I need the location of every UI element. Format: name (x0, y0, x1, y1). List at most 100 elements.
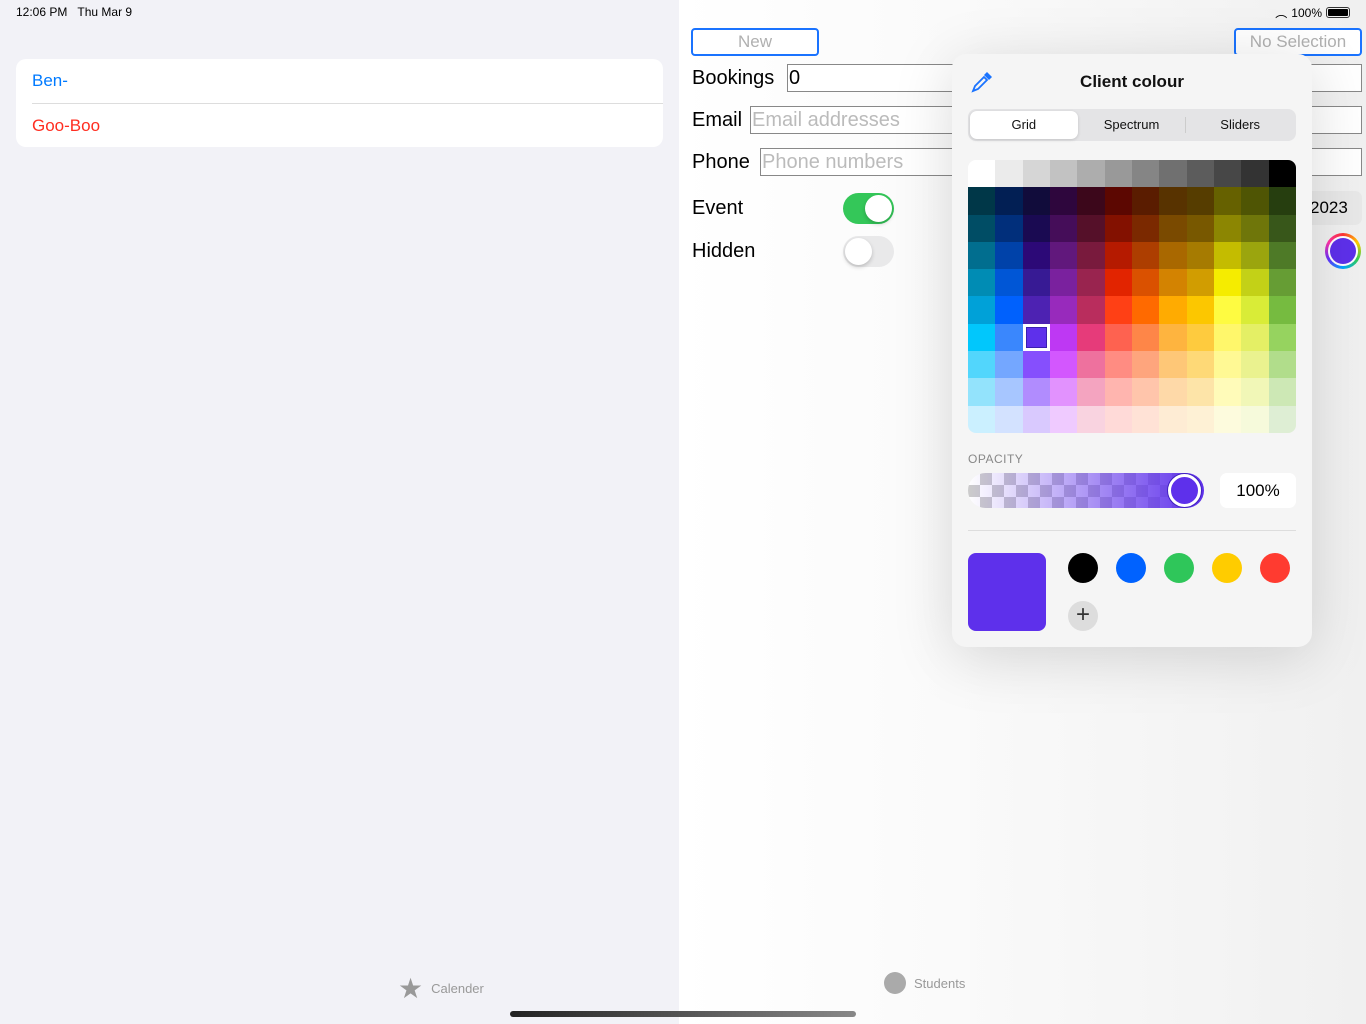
color-grid-cell[interactable] (1159, 241, 1187, 270)
color-grid-cell[interactable] (1104, 269, 1132, 297)
color-grid-cell[interactable] (1050, 241, 1078, 270)
color-grid-cell[interactable] (1186, 241, 1214, 270)
color-grid-cell[interactable] (1241, 351, 1269, 379)
color-grid-cell[interactable] (1214, 323, 1242, 352)
color-grid-cell[interactable] (995, 187, 1023, 215)
saved-color-swatch[interactable] (1116, 553, 1146, 583)
color-grid-cell[interactable] (1022, 296, 1050, 324)
color-grid-cell[interactable] (1268, 296, 1296, 324)
color-grid-cell[interactable] (1077, 214, 1105, 242)
color-grid-cell[interactable] (1104, 187, 1132, 215)
color-grid-cell[interactable] (1186, 323, 1214, 352)
color-grid-cell[interactable] (1104, 351, 1132, 379)
color-grid-cell[interactable] (1186, 187, 1214, 215)
color-grid-cell[interactable] (1077, 405, 1105, 433)
color-grid-cell[interactable] (1022, 214, 1050, 242)
color-grid-cell[interactable] (1268, 323, 1296, 352)
color-grid-cell[interactable] (995, 405, 1023, 433)
color-grid-cell[interactable] (1159, 160, 1187, 188)
color-grid-cell[interactable] (1268, 378, 1296, 406)
color-grid-cell[interactable] (995, 269, 1023, 297)
color-grid-cell[interactable] (1186, 351, 1214, 379)
no-selection-button[interactable]: No Selection (1234, 28, 1362, 56)
color-grid-cell[interactable] (1268, 160, 1296, 188)
color-grid-cell[interactable] (1050, 269, 1078, 297)
color-grid-cell[interactable] (1159, 187, 1187, 215)
saved-color-swatch[interactable] (1068, 553, 1098, 583)
color-grid-cell[interactable] (995, 241, 1023, 270)
color-grid-cell[interactable] (1241, 160, 1269, 188)
opacity-value-field[interactable]: 100% (1220, 473, 1296, 508)
color-grid-cell[interactable] (995, 160, 1023, 188)
color-grid-cell[interactable] (995, 296, 1023, 324)
event-toggle[interactable] (843, 193, 894, 224)
hidden-toggle[interactable] (843, 236, 894, 267)
color-grid-cell[interactable] (995, 378, 1023, 406)
color-grid-cell[interactable] (1022, 378, 1050, 406)
color-grid-cell[interactable] (1159, 351, 1187, 379)
color-grid-cell[interactable] (1159, 405, 1187, 433)
color-grid-cell[interactable] (1104, 214, 1132, 242)
color-grid-cell[interactable] (1186, 405, 1214, 433)
color-grid-cell[interactable] (1268, 405, 1296, 433)
color-grid-cell[interactable] (1214, 296, 1242, 324)
color-grid-cell[interactable] (1268, 351, 1296, 379)
saved-color-swatch[interactable] (1212, 553, 1242, 583)
color-grid-cell[interactable] (968, 351, 996, 379)
color-grid-cell[interactable] (1241, 214, 1269, 242)
color-grid-cell[interactable] (1050, 187, 1078, 215)
color-grid-cell[interactable] (1241, 187, 1269, 215)
tab-grid[interactable]: Grid (970, 111, 1078, 139)
color-grid-cell[interactable] (1022, 160, 1050, 188)
color-grid-cell[interactable] (1241, 241, 1269, 270)
color-grid-cell[interactable] (1268, 214, 1296, 242)
tab-sliders[interactable]: Sliders (1186, 111, 1294, 139)
new-button[interactable]: New (691, 28, 819, 56)
tab-students[interactable]: Students (884, 972, 965, 994)
color-grid-cell[interactable] (1132, 187, 1160, 215)
color-grid-cell[interactable] (1104, 405, 1132, 433)
color-grid-cell[interactable] (1186, 378, 1214, 406)
color-grid-cell[interactable] (1022, 269, 1050, 297)
color-grid-cell[interactable] (1050, 323, 1078, 352)
color-grid-cell[interactable] (968, 296, 996, 324)
color-grid-cell[interactable] (1050, 405, 1078, 433)
color-grid-cell[interactable] (1132, 323, 1160, 352)
color-grid-cell[interactable] (1077, 351, 1105, 379)
color-grid-cell[interactable] (1077, 269, 1105, 297)
color-grid-cell[interactable] (1077, 187, 1105, 215)
color-grid-cell[interactable] (1050, 160, 1078, 188)
color-grid-cell[interactable] (1050, 378, 1078, 406)
color-grid-cell[interactable] (1022, 351, 1050, 379)
color-grid-cell[interactable] (1241, 323, 1269, 352)
color-grid-cell[interactable] (995, 214, 1023, 242)
color-grid-cell[interactable] (1214, 378, 1242, 406)
color-grid-cell[interactable] (1186, 160, 1214, 188)
color-grid-cell[interactable] (1268, 187, 1296, 215)
color-grid-cell[interactable] (1104, 241, 1132, 270)
color-grid-cell[interactable] (968, 187, 996, 215)
color-grid-cell[interactable] (1214, 214, 1242, 242)
color-grid-cell[interactable] (1214, 269, 1242, 297)
add-swatch-button[interactable]: + (1068, 601, 1098, 631)
color-grid-cell[interactable] (968, 241, 996, 270)
color-grid-cell[interactable] (1132, 160, 1160, 188)
tab-spectrum[interactable]: Spectrum (1078, 117, 1187, 133)
saved-color-swatch[interactable] (1260, 553, 1290, 583)
color-grid-cell[interactable] (1241, 405, 1269, 433)
color-grid-cell[interactable] (1241, 269, 1269, 297)
color-grid-cell[interactable] (1159, 296, 1187, 324)
color-grid-cell[interactable] (1022, 323, 1050, 352)
color-grid-cell[interactable] (1104, 323, 1132, 352)
color-grid-cell[interactable] (1186, 296, 1214, 324)
color-grid-cell[interactable] (1132, 378, 1160, 406)
color-grid-cell[interactable] (1077, 323, 1105, 352)
color-grid-cell[interactable] (1132, 405, 1160, 433)
color-grid-cell[interactable] (1104, 160, 1132, 188)
color-grid-cell[interactable] (1022, 241, 1050, 270)
color-grid-cell[interactable] (1186, 214, 1214, 242)
color-grid-cell[interactable] (1159, 214, 1187, 242)
color-grid-cell[interactable] (1132, 269, 1160, 297)
tab-calender[interactable]: ★ Calender (398, 972, 484, 1005)
color-grid-cell[interactable] (968, 405, 996, 433)
